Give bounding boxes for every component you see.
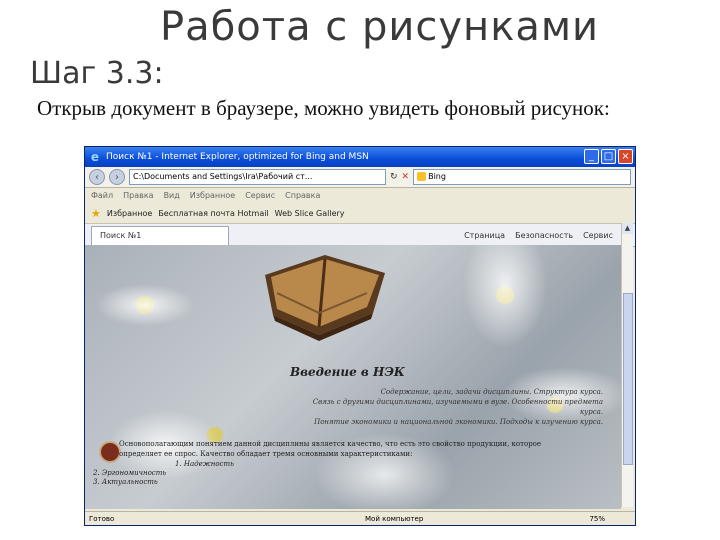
list-item: 1. Надежность (175, 460, 234, 468)
close-button[interactable]: × (618, 149, 633, 164)
tab-active[interactable]: Поиск №1 (91, 225, 229, 245)
step-label: Шаг 3.3: (30, 56, 164, 91)
favorites-button[interactable]: Избранное (107, 209, 152, 218)
maximize-button[interactable]: □ (601, 149, 616, 164)
ie-logo-icon: e (90, 150, 100, 164)
fav-link-web-slice[interactable]: Web Slice Gallery (275, 209, 345, 218)
window-title: Поиск №1 - Internet Explorer, optimized … (106, 152, 369, 162)
slide-title: Работа с рисунками (160, 4, 600, 50)
minimize-button[interactable]: _ (584, 149, 599, 164)
scroll-thumb[interactable] (623, 293, 633, 465)
menu-tools[interactable]: Сервис (245, 191, 275, 200)
address-row: ‹ › C:\Documents and Settings\Ira\Рабочи… (85, 167, 635, 188)
menu-help[interactable]: Справка (285, 191, 320, 200)
forward-arrow-icon[interactable]: › (109, 169, 125, 185)
menu-view[interactable]: Вид (164, 191, 180, 200)
tab-bar: Поиск №1 Страница Безопасность Сервис (85, 224, 635, 247)
security-zone: Мой компьютер (365, 514, 424, 523)
browser-window: e Поиск №1 - Internet Explorer, optimize… (84, 146, 636, 526)
list-item: 2. Эргономичность (93, 469, 167, 477)
vertical-scrollbar[interactable]: ▲ (621, 223, 633, 507)
title-bar[interactable]: e Поиск №1 - Internet Explorer, optimize… (85, 147, 635, 167)
intro-line: Связь с другими дисциплинами, изучаемыми… (312, 398, 603, 416)
zoom-level[interactable]: 75% (589, 515, 605, 523)
menu-file[interactable]: Файл (91, 191, 113, 200)
page-content: Введение в НЭК Содержание, цели, задачи … (85, 245, 621, 509)
list-item: 3. Актуальность (93, 478, 158, 486)
menu-edit[interactable]: Правка (123, 191, 153, 200)
intro-text: Содержание, цели, задачи дисциплины. Стр… (303, 387, 603, 427)
slide-paragraph: Открыв документ в браузере, можно увидет… (37, 96, 610, 120)
cmd-tools[interactable]: Сервис (583, 231, 613, 240)
page-heading: Введение в НЭК (290, 365, 405, 379)
stop-icon[interactable]: ✕ (402, 172, 410, 182)
characteristics-list: 1. Надежность 2. Эргономичность 3. Актуа… (93, 460, 234, 487)
cmd-safety[interactable]: Безопасность (515, 231, 573, 240)
menu-favorites[interactable]: Избранное (190, 191, 235, 200)
definition-text: Основополагающим понятием данной дисципл… (119, 440, 542, 458)
star-icon: ★ (91, 206, 101, 220)
intro-line: Понятие экономики и национальной экономи… (314, 418, 603, 426)
address-input[interactable]: C:\Documents and Settings\Ira\Рабочий ст… (129, 169, 386, 185)
menu-bar: Файл Правка Вид Избранное Сервис Справка (85, 188, 635, 203)
scroll-up-icon[interactable]: ▲ (622, 223, 633, 234)
cmd-page[interactable]: Страница (464, 231, 505, 240)
fav-link-hotmail[interactable]: Бесплатная почта Hotmail (158, 209, 268, 218)
intro-line: Содержание, цели, задачи дисциплины. Стр… (380, 388, 603, 396)
favorites-bar: ★ Избранное Бесплатная почта Hotmail Web… (85, 203, 635, 224)
status-bar: Готово Мой компьютер 75% (85, 511, 635, 525)
back-arrow-icon[interactable]: ‹ (89, 169, 105, 185)
book-image (265, 255, 385, 341)
status-text: Готово (89, 514, 115, 523)
search-input[interactable]: Bing (413, 169, 631, 185)
refresh-icon[interactable]: ↻ (390, 172, 398, 182)
